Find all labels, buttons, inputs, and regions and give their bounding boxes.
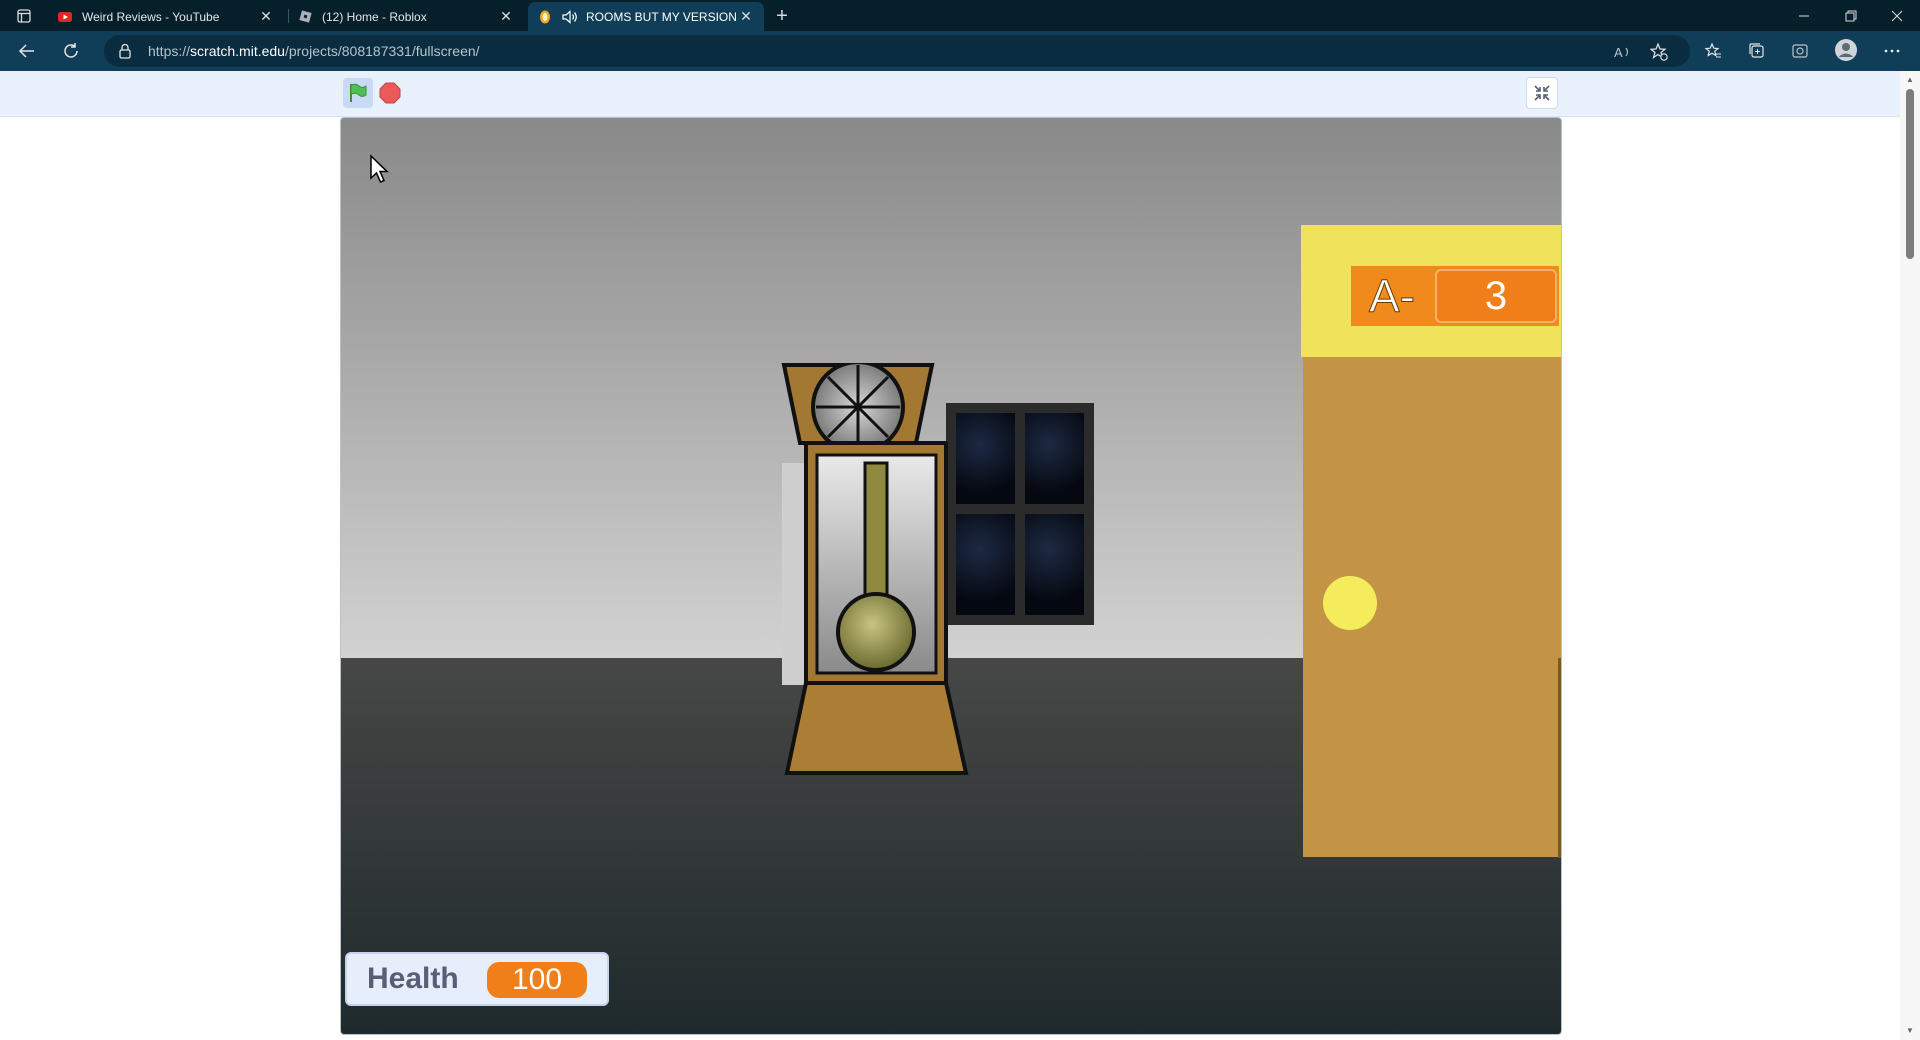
- door-edge: [1558, 658, 1561, 858]
- refresh-button[interactable]: [56, 37, 86, 65]
- game-stage[interactable]: A- 3 Health 100: [340, 117, 1562, 1035]
- close-window-button[interactable]: [1874, 0, 1920, 31]
- profile-avatar[interactable]: [1831, 36, 1861, 64]
- scratch-icon: [538, 10, 552, 24]
- lock-icon[interactable]: [118, 43, 134, 59]
- address-bar[interactable]: https://scratch.mit.edu/projects/8081873…: [104, 35, 1690, 67]
- back-button[interactable]: [12, 37, 42, 65]
- tab-title: ROOMS BUT MY VERSION (: [586, 9, 738, 24]
- mouse-cursor-icon: [370, 154, 389, 183]
- browser-nav-bar: https://scratch.mit.edu/projects/8081873…: [0, 31, 1920, 71]
- tab-title: (12) Home - Roblox: [322, 9, 427, 24]
- more-menu-icon[interactable]: [1877, 37, 1907, 65]
- health-label: Health: [367, 962, 459, 995]
- close-icon[interactable]: ✕: [738, 8, 754, 25]
- close-icon[interactable]: ✕: [498, 8, 514, 25]
- health-monitor: Health 100: [345, 952, 609, 1006]
- minimize-button[interactable]: [1781, 0, 1827, 31]
- green-flag-button[interactable]: [343, 78, 373, 108]
- add-favorite-icon[interactable]: [1648, 41, 1670, 63]
- health-value: 100: [487, 962, 587, 998]
- speaker-icon[interactable]: [562, 9, 578, 24]
- tab-actions-icon[interactable]: [10, 5, 38, 27]
- extensions-icon[interactable]: [1785, 37, 1815, 65]
- restore-button[interactable]: [1828, 0, 1874, 31]
- browser-tab-bar: Weird Reviews - YouTube ✕ (12) Home - Ro…: [0, 0, 1920, 31]
- grandfather-clock-icon[interactable]: [781, 363, 981, 783]
- exit-fullscreen-button[interactable]: [1526, 77, 1558, 109]
- room-number-monitor: A- 3: [1351, 266, 1559, 326]
- collections-icon[interactable]: [1742, 37, 1772, 65]
- svg-text:A: A: [1614, 45, 1623, 60]
- door-knob[interactable]: [1323, 576, 1377, 630]
- room-value: 3: [1435, 269, 1557, 323]
- page-content: A- 3 Health 100: [0, 71, 1900, 1040]
- tab-youtube[interactable]: Weird Reviews - YouTube ✕: [48, 2, 284, 31]
- tab-roblox[interactable]: (12) Home - Roblox ✕: [288, 2, 524, 31]
- youtube-icon: [58, 10, 72, 24]
- scroll-down-icon[interactable]: ▼: [1905, 1026, 1915, 1036]
- tab-title: Weird Reviews - YouTube: [82, 9, 220, 24]
- stop-button[interactable]: [379, 82, 401, 104]
- scrollbar-thumb[interactable]: [1906, 89, 1914, 259]
- roblox-icon: [298, 10, 312, 24]
- url-text[interactable]: https://scratch.mit.edu/projects/8081873…: [148, 43, 480, 59]
- scroll-up-icon[interactable]: ▲: [1905, 75, 1915, 85]
- tab-scratch[interactable]: ROOMS BUT MY VERSION ( ✕: [528, 2, 764, 31]
- close-icon[interactable]: ✕: [258, 8, 274, 25]
- new-tab-button[interactable]: +: [770, 4, 794, 28]
- scratch-player-controls: [0, 71, 1900, 117]
- read-aloud-icon[interactable]: A: [1612, 41, 1634, 63]
- room-label: A-: [1369, 270, 1416, 323]
- page-scrollbar[interactable]: ▲ ▼: [1900, 71, 1920, 1040]
- favorites-icon[interactable]: [1698, 37, 1728, 65]
